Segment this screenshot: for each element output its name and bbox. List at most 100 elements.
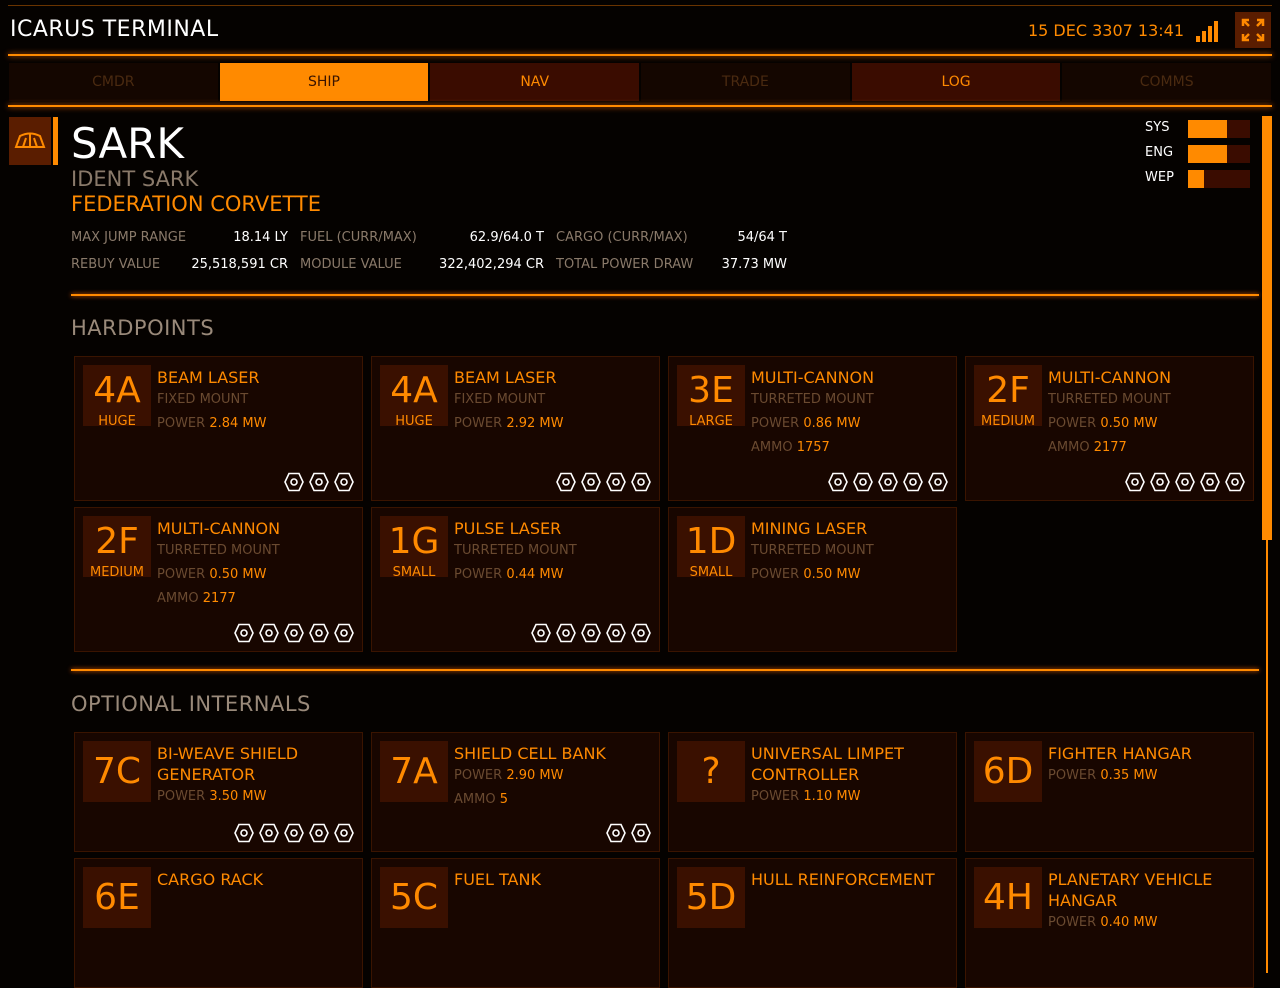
- engineering-grade-icon: [631, 823, 651, 843]
- module-grade-badge: 7A: [380, 741, 448, 802]
- module-name: UNIVERSAL LIMPET CONTROLLER: [751, 744, 904, 784]
- internal-module-card[interactable]: 7C BI-WEAVE SHIELD GENERATOR POWER 3.50 MW: [74, 732, 363, 852]
- power-label: POWER: [1048, 416, 1097, 431]
- power-value: 0.40 MW: [1100, 915, 1158, 930]
- module-class: 4A: [390, 370, 438, 411]
- hardpoint-card[interactable]: 2F MEDIUM MULTI-CANNON TURRETED MOUNT POWER …: [965, 356, 1254, 501]
- internal-module-card[interactable]: 5C FUEL TANK: [371, 858, 660, 988]
- module-name: BI-WEAVE SHIELD GENERATOR: [157, 744, 299, 784]
- hardpoint-card[interactable]: 2F MEDIUM MULTI-CANNON TURRETED MOUNT POWER …: [74, 507, 363, 652]
- module-name: BEAM LASER: [157, 368, 260, 387]
- module-power: POWER 0.50 MW: [751, 567, 860, 582]
- module-ammo: AMMO 2177: [1048, 440, 1127, 455]
- pip-label: ENG: [1145, 145, 1174, 160]
- power-label: POWER: [454, 416, 503, 431]
- stat-label: CARGO (CURR/MAX): [556, 230, 688, 245]
- internal-module-card[interactable]: 6E CARGO RACK: [74, 858, 363, 988]
- internal-module-card[interactable]: 6D FIGHTER HANGAR POWER 0.35 MW: [965, 732, 1254, 852]
- module-name: HULL REINFORCEMENT: [751, 870, 935, 889]
- stat-value: 62.9/64.0 T: [469, 230, 544, 245]
- ship-view-button[interactable]: [9, 117, 51, 165]
- section-title-optional-internals: OPTIONAL INTERNALS: [71, 692, 311, 716]
- engineering-grade-icon: [234, 823, 254, 843]
- stat-label: TOTAL POWER DRAW: [556, 257, 694, 272]
- signal-strength-icon: [1196, 18, 1220, 42]
- ship-type: FEDERATION CORVETTE: [71, 192, 322, 216]
- pip-fill: [1188, 170, 1204, 188]
- pip-fill: [1188, 120, 1227, 138]
- engineering-grade-icon: [334, 623, 354, 643]
- hardpoint-card[interactable]: 4A HUGE BEAM LASER FIXED MOUNT POWER 2.92 MW: [371, 356, 660, 501]
- engineering-grade-icon: [878, 472, 898, 492]
- ammo-label: AMMO: [454, 792, 496, 807]
- fullscreen-button[interactable]: [1235, 12, 1271, 48]
- hardpoint-card[interactable]: 1D SMALL MINING LASER TURRETED MOUNT POWER 0…: [668, 507, 957, 652]
- tab-trade[interactable]: TRADE: [641, 63, 850, 101]
- hardpoint-card[interactable]: 3E LARGE MULTI-CANNON TURRETED MOUNT POWER 0…: [668, 356, 957, 501]
- engineering-grade-icon: [309, 623, 329, 643]
- tab-nav[interactable]: NAV: [430, 63, 640, 101]
- module-size: LARGE: [689, 414, 733, 429]
- module-grade-badge: 7C: [83, 741, 151, 802]
- module-class: 7A: [390, 751, 438, 792]
- tab-ship[interactable]: SHIP: [219, 63, 429, 101]
- module-mount: TURRETED MOUNT: [751, 392, 874, 407]
- power-value: 0.50 MW: [803, 567, 861, 582]
- scrollbar-track[interactable]: [1266, 540, 1268, 973]
- module-class: 2F: [986, 370, 1030, 411]
- pip-bar-sys: [1188, 120, 1250, 138]
- module-ammo: AMMO 2177: [157, 591, 236, 606]
- engineering-grade-icon: [556, 472, 576, 492]
- engineering-grade-icon: [234, 623, 254, 643]
- engineering-grades: [551, 472, 651, 492]
- scrollbar-thumb[interactable]: [1262, 116, 1272, 540]
- module-power: POWER 0.50 MW: [1048, 416, 1157, 431]
- internal-module-card[interactable]: 7A SHIELD CELL BANK POWER 2.90 MW AMMO 5: [371, 732, 660, 852]
- engineering-grades: [601, 823, 651, 843]
- power-label: POWER: [1048, 915, 1097, 930]
- internal-module-card[interactable]: 4H PLANETARY VEHICLE HANGAR POWER 0.40 MW: [965, 858, 1254, 988]
- module-grade-badge: 2F MEDIUM: [83, 516, 151, 580]
- module-mount: FIXED MOUNT: [157, 392, 249, 407]
- nav-divider: [8, 105, 1272, 107]
- ship-name: SARK: [71, 119, 184, 168]
- ammo-label: AMMO: [751, 440, 793, 455]
- engineering-grade-icon: [1150, 472, 1170, 492]
- hardpoint-card[interactable]: 1G SMALL PULSE LASER TURRETED MOUNT POWER 0.…: [371, 507, 660, 652]
- power-value: 2.84 MW: [209, 416, 267, 431]
- engineering-grade-icon: [309, 472, 329, 492]
- module-name: MULTI-CANNON: [751, 368, 875, 387]
- engineering-grade-icon: [903, 472, 923, 492]
- module-name: FUEL TANK: [454, 870, 541, 889]
- hardpoint-card[interactable]: 4A HUGE BEAM LASER FIXED MOUNT POWER 2.84 MW: [74, 356, 363, 501]
- engineering-grade-icon: [284, 623, 304, 643]
- stat-value: 18.14 LY: [233, 230, 288, 245]
- tab-comms[interactable]: COMMS: [1062, 63, 1272, 101]
- internal-module-card[interactable]: ? UNIVERSAL LIMPET CONTROLLER POWER 1.10 M…: [668, 732, 957, 852]
- engineering-grade-icon: [631, 472, 651, 492]
- engineering-grades: [229, 823, 354, 843]
- module-grade-badge: 6D: [974, 741, 1042, 802]
- engineering-grade-icon: [334, 472, 354, 492]
- tab-cmdr[interactable]: CMDR: [9, 63, 218, 101]
- internal-module-card[interactable]: 5D HULL REINFORCEMENT: [668, 858, 957, 988]
- engineering-grade-icon: [531, 623, 551, 643]
- tab-log[interactable]: LOG: [851, 63, 1061, 101]
- engineering-grade-icon: [556, 623, 576, 643]
- module-grade-badge: 1G SMALL: [380, 516, 448, 580]
- ammo-value: 2177: [202, 591, 236, 606]
- engineering-grade-icon: [1175, 472, 1195, 492]
- stat-label: FUEL (CURR/MAX): [300, 230, 417, 245]
- stat-value: 25,518,591 CR: [191, 257, 288, 272]
- module-size: SMALL: [392, 565, 436, 580]
- module-power: POWER 2.84 MW: [157, 416, 266, 431]
- module-name: FIGHTER HANGAR: [1048, 744, 1192, 763]
- module-class: 6D: [982, 751, 1034, 792]
- power-label: POWER: [157, 567, 206, 582]
- engineering-grade-icon: [309, 823, 329, 843]
- engineering-grade-icon: [853, 472, 873, 492]
- engineering-grade-icon: [606, 472, 626, 492]
- engineering-grade-icon: [284, 472, 304, 492]
- engineering-grade-icon: [284, 823, 304, 843]
- module-size: MEDIUM: [89, 565, 144, 580]
